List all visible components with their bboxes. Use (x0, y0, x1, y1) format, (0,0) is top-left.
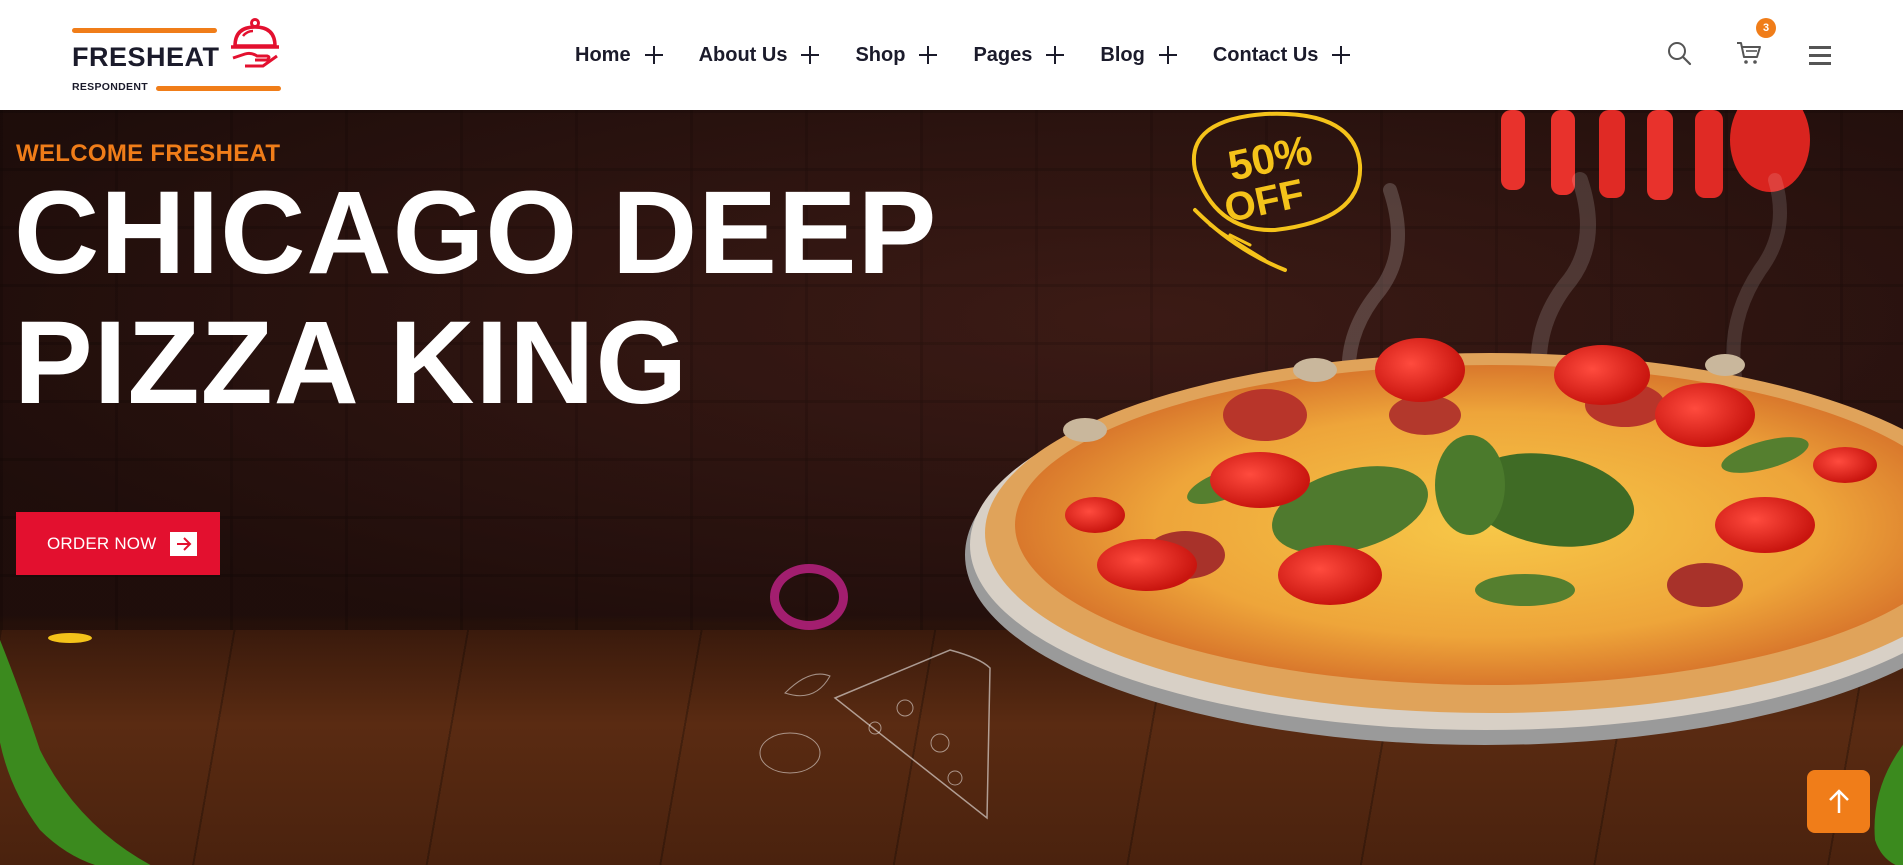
green-pepper-image (0, 633, 151, 865)
main-nav: Home About Us Shop Pages Blog Contact Us (575, 40, 1386, 70)
pizza-sketch-image (759, 649, 991, 820)
plus-icon[interactable] (919, 46, 938, 64)
cloche-hand-icon (231, 18, 279, 68)
hero-title-line-2: PIZZA KING (14, 297, 689, 429)
plus-icon[interactable] (1158, 46, 1177, 64)
nav-label: Home (575, 43, 631, 66)
nav-label: Pages (973, 43, 1033, 66)
search-icon[interactable] (1666, 40, 1692, 66)
logo-bar-bottom (156, 86, 281, 91)
hamburger-menu-icon[interactable] (1808, 43, 1834, 69)
plus-icon[interactable] (644, 46, 663, 64)
hero-title-line-1: CHICAGO DEEP (14, 167, 938, 299)
order-now-label: ORDER NOW (47, 533, 157, 553)
nav-item-home[interactable]: Home (575, 44, 663, 67)
onion-ring-image (770, 564, 848, 630)
cart-icon[interactable] (1736, 40, 1762, 66)
scroll-to-top-button[interactable] (1807, 770, 1870, 833)
nav-item-blog[interactable]: Blog (1100, 43, 1177, 67)
plus-icon[interactable] (1046, 46, 1065, 64)
nav-label: Shop (855, 43, 906, 66)
logo-name: FRESHEAT (72, 42, 220, 72)
nav-item-contact-us[interactable]: Contact Us (1213, 44, 1351, 67)
nav-item-about-us[interactable]: About Us (699, 44, 820, 67)
site-header: FRESHEAT RESPONDENT Home About Us Shop P… (0, 0, 1903, 110)
logo-tagline: RESPONDENT (72, 81, 148, 93)
logo-bar-top (72, 28, 217, 33)
pizza-image (965, 338, 1903, 745)
logo[interactable]: FRESHEAT RESPONDENT (72, 18, 282, 96)
nav-label: About Us (698, 43, 788, 66)
plus-icon[interactable] (801, 46, 820, 64)
nav-label: Blog (1100, 43, 1145, 66)
cart-count-badge: 3 (1756, 18, 1776, 38)
hero-eyebrow: WELCOME FRESHEAT (16, 140, 281, 167)
nav-item-pages[interactable]: Pages (973, 43, 1065, 67)
nav-label: Contact Us (1212, 43, 1319, 66)
hero-title: CHICAGO DEEP PIZZA KING (14, 168, 937, 428)
nav-item-shop[interactable]: Shop (855, 43, 938, 67)
arrow-right-icon (170, 531, 198, 556)
arrow-up-icon (1828, 788, 1849, 813)
order-now-button[interactable]: ORDER NOW (16, 512, 220, 575)
plus-icon[interactable] (1332, 46, 1351, 64)
hero-banner: 50% OFF WELCOME FRESHEAT CHICAGO DEEP PI… (0, 110, 1903, 865)
